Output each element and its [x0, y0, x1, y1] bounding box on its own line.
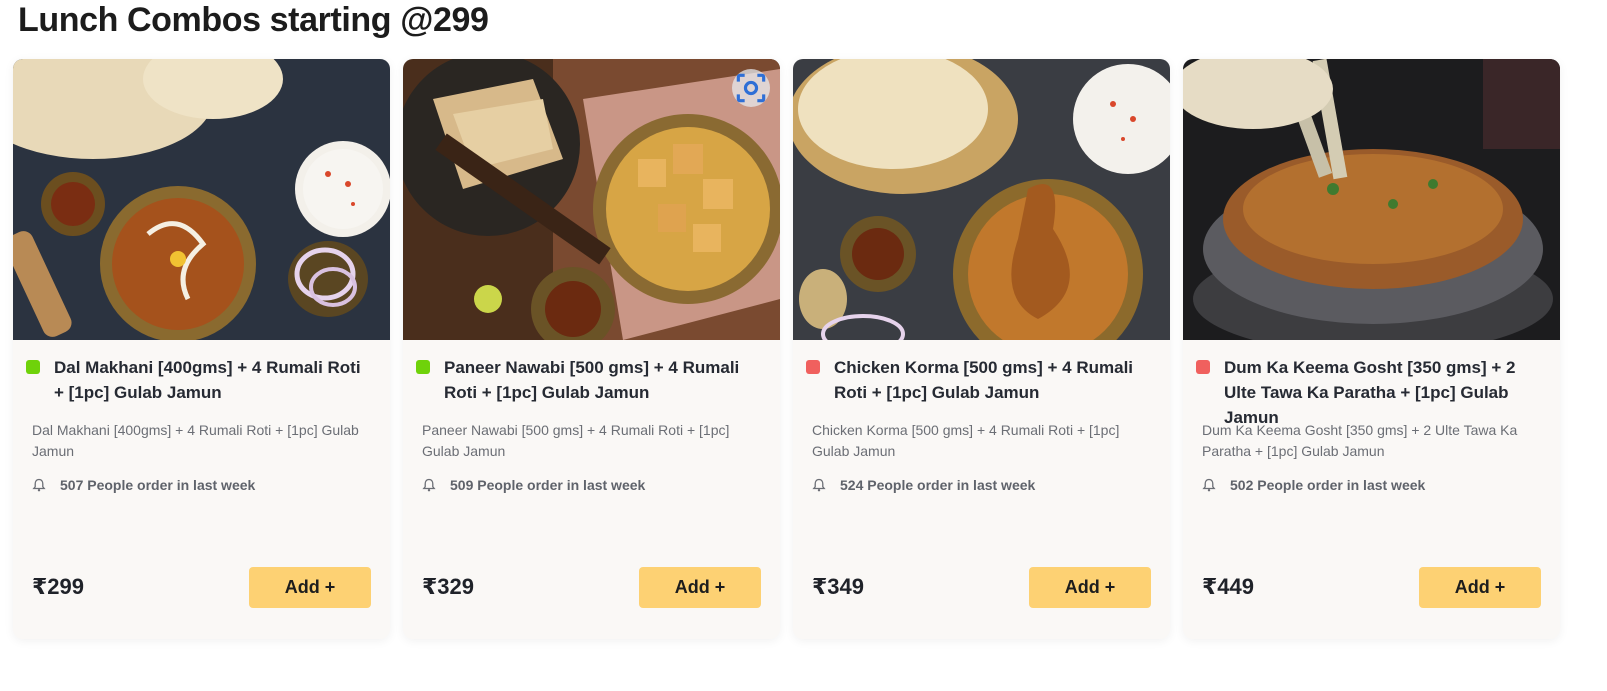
dish-name[interactable]: Paneer Nawabi [500 gms] + 4 Rumali Roti …: [444, 355, 762, 405]
order-count: 509 People order in last week: [422, 477, 645, 493]
dish-image[interactable]: [13, 59, 390, 340]
price: ₹329: [422, 574, 475, 599]
bell-icon: [422, 478, 436, 492]
order-count: 524 People order in last week: [812, 477, 1035, 493]
order-count: 507 People order in last week: [32, 477, 255, 493]
section-title: Lunch Combos starting @299: [18, 1, 489, 39]
combo-card[interactable]: Paneer Nawabi [500 gms] + 4 Rumali Roti …: [403, 59, 780, 639]
dish-description: Paneer Nawabi [500 gms] + 4 Rumali Roti …: [422, 422, 730, 459]
dish-name[interactable]: Chicken Korma [500 gms] + 4 Rumali Roti …: [834, 355, 1152, 405]
dish-image[interactable]: [1183, 59, 1560, 340]
add-to-cart-button[interactable]: Add +: [1029, 567, 1151, 608]
add-to-cart-button[interactable]: Add +: [249, 567, 371, 608]
bell-icon: [812, 478, 826, 492]
add-to-cart-button[interactable]: Add +: [1419, 567, 1541, 608]
nonveg-indicator-icon: [806, 360, 820, 374]
bell-icon: [1202, 478, 1216, 492]
price: ₹299: [32, 574, 85, 599]
dish-image[interactable]: [793, 59, 1170, 340]
price: ₹449: [1202, 574, 1255, 599]
dish-description: Chicken Korma [500 gms] + 4 Rumali Roti …: [812, 422, 1120, 459]
dish-name[interactable]: Dum Ka Keema Gosht [350 gms] + 2 Ulte Ta…: [1224, 355, 1542, 430]
combo-card[interactable]: Dal Makhani [400gms] + 4 Rumali Roti + […: [13, 59, 390, 639]
order-count-text: 502 People order in last week: [1230, 477, 1426, 493]
price: ₹349: [812, 574, 865, 599]
dish-name[interactable]: Dal Makhani [400gms] + 4 Rumali Roti + […: [54, 355, 372, 405]
image-search-lens-icon[interactable]: [732, 69, 770, 107]
dish-description: Dum Ka Keema Gosht [350 gms] + 2 Ulte Ta…: [1202, 422, 1518, 459]
nonveg-indicator-icon: [1196, 360, 1210, 374]
dish-image[interactable]: [403, 59, 780, 340]
order-count: 502 People order in last week: [1202, 477, 1425, 493]
dish-description: Dal Makhani [400gms] + 4 Rumali Roti + […: [32, 422, 359, 459]
add-to-cart-button[interactable]: Add +: [639, 567, 761, 608]
order-count-text: 507 People order in last week: [60, 477, 256, 493]
order-count-text: 509 People order in last week: [450, 477, 646, 493]
bell-icon: [32, 478, 46, 492]
order-count-text: 524 People order in last week: [840, 477, 1036, 493]
combo-card[interactable]: Chicken Korma [500 gms] + 4 Rumali Roti …: [793, 59, 1170, 639]
combo-card-list: Dal Makhani [400gms] + 4 Rumali Roti + […: [13, 59, 1607, 639]
veg-indicator-icon: [26, 360, 40, 374]
combo-card[interactable]: Dum Ka Keema Gosht [350 gms] + 2 Ulte Ta…: [1183, 59, 1560, 639]
veg-indicator-icon: [416, 360, 430, 374]
